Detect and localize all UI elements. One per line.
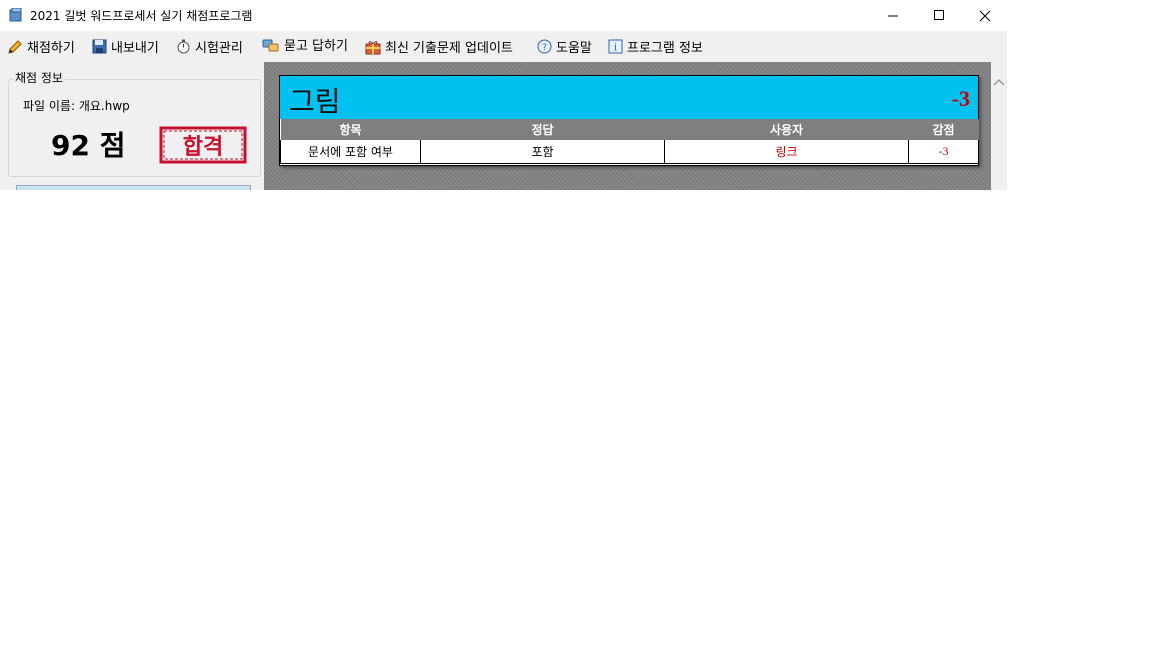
qa-icon — [262, 39, 279, 51]
menu-exam[interactable]: 시험관리 — [176, 31, 243, 62]
menu-exam-label: 시험관리 — [195, 41, 243, 56]
gift-icon — [365, 40, 381, 54]
score-value: 92 점 — [51, 129, 126, 162]
menu-qa[interactable]: 묻고 답하기 — [262, 29, 348, 60]
menu-export-label: 내보내기 — [111, 41, 159, 56]
menu-qa-label: 묻고 답하기 — [284, 39, 348, 54]
card-header: 그림 -3 — [280, 76, 978, 119]
menu-update-label: 최신 기출문제 업데이트 — [385, 41, 513, 56]
svg-text:i: i — [614, 43, 617, 54]
grading-info-panel: 채점 정보 파일 이름: 개요.hwp 92 점 합격 — [0, 62, 264, 190]
cell-deduct: -3 — [908, 140, 979, 164]
menu-update[interactable]: 최신 기출문제 업데이트 — [365, 31, 513, 62]
pass-stamp: 합격 — [159, 126, 247, 164]
group-title: 채점 정보 — [13, 69, 65, 86]
pass-stamp-text: 합격 — [183, 134, 223, 160]
app-window: 2021 길벗 워드프로세서 실기 채점프로그램 채점하기 내보내기 시험관리 … — [0, 0, 1007, 190]
result-list-panel[interactable] — [16, 185, 251, 190]
cell-user: 링크 — [664, 140, 909, 164]
menu-info[interactable]: i 프로그램 정보 — [608, 31, 703, 62]
vertical-scrollbar[interactable] — [991, 62, 1007, 190]
app-icon — [9, 8, 22, 22]
cell-answer: 포함 — [420, 140, 665, 164]
menu-grade-label: 채점하기 — [27, 41, 75, 56]
stopwatch-icon — [177, 39, 190, 54]
menu-info-label: 프로그램 정보 — [627, 41, 703, 56]
result-card: 그림 -3 항목 정답 사용자 감점 문서에 포함 여부 포함 링크 -3 — [279, 75, 979, 166]
card-deduction: -3 — [951, 86, 970, 111]
grade-table: 항목 정답 사용자 감점 문서에 포함 여부 포함 링크 -3 — [280, 119, 979, 164]
window-title: 2021 길벗 워드프로세서 실기 채점프로그램 — [30, 9, 253, 23]
minimize-button[interactable] — [870, 0, 916, 31]
column-header: 정답 — [420, 119, 665, 140]
maximize-button[interactable] — [916, 0, 962, 31]
close-icon — [979, 10, 991, 21]
menu-help-label: 도움말 — [556, 41, 592, 56]
info-icon: i — [608, 39, 623, 54]
svg-text:?: ? — [542, 43, 547, 53]
save-icon — [92, 39, 107, 54]
column-header: 감점 — [908, 119, 979, 140]
column-header: 항목 — [280, 119, 421, 140]
help-icon: ? — [537, 39, 552, 54]
menu-grade[interactable]: 채점하기 — [7, 31, 75, 62]
menu-bar: 채점하기 내보내기 시험관리 묻고 답하기 최신 기출문제 업데이트 ? 도움말… — [0, 31, 1007, 63]
menu-export[interactable]: 내보내기 — [92, 31, 159, 62]
cell-item: 문서에 포함 여부 — [280, 140, 421, 164]
scroll-up-icon[interactable] — [991, 74, 1007, 90]
close-button[interactable] — [962, 0, 1007, 31]
title-bar: 2021 길벗 워드프로세서 실기 채점프로그램 — [0, 0, 1007, 31]
column-header: 사용자 — [664, 119, 909, 140]
card-title: 그림 — [289, 85, 341, 118]
file-name-label: 파일 이름: 개요.hwp — [23, 99, 130, 113]
maximize-icon — [933, 10, 944, 20]
table-row: 문서에 포함 여부 포함 링크 -3 — [280, 140, 979, 164]
pencil-icon — [8, 39, 22, 54]
minimize-icon — [887, 15, 898, 17]
menu-help[interactable]: ? 도움말 — [537, 31, 592, 62]
table-header-row: 항목 정답 사용자 감점 — [280, 119, 979, 140]
